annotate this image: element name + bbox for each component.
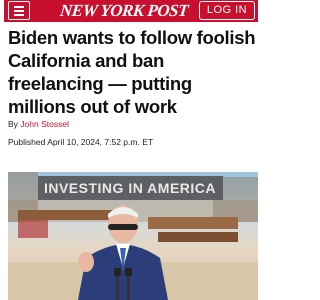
login-button[interactable]: LOG IN: [199, 1, 255, 20]
byline-prefix: By: [8, 119, 18, 129]
menu-icon-line: [14, 10, 24, 12]
headline-line: California and ban: [8, 50, 164, 71]
menu-icon[interactable]: [8, 1, 30, 20]
menu-icon-line: [14, 14, 24, 16]
menu-icon-line: [14, 6, 24, 8]
published-date: Published April 10, 2024, 7:52 p.m. ET: [8, 137, 154, 147]
article-photo: INVESTING IN AMERICA: [8, 172, 258, 300]
article-headline: Biden wants to follow foolish California…: [8, 26, 256, 118]
photo-illustration: INVESTING IN AMERICA: [8, 172, 258, 300]
site-logo[interactable]: NEW YORK POST: [59, 1, 189, 21]
author-link[interactable]: John Stossel: [20, 119, 69, 129]
headline-line: Biden wants to follow foolish: [8, 27, 256, 48]
headline-line: freelancing — putting: [8, 73, 192, 94]
headline-line: millions out of work: [8, 96, 177, 117]
site-header: NEW YORK POST LOG IN: [4, 0, 258, 22]
phone-screen: NEW YORK POST LOG IN Biden wants to foll…: [4, 0, 258, 300]
byline: By John Stossel: [8, 119, 69, 129]
banner-text: INVESTING IN AMERICA: [44, 180, 216, 196]
